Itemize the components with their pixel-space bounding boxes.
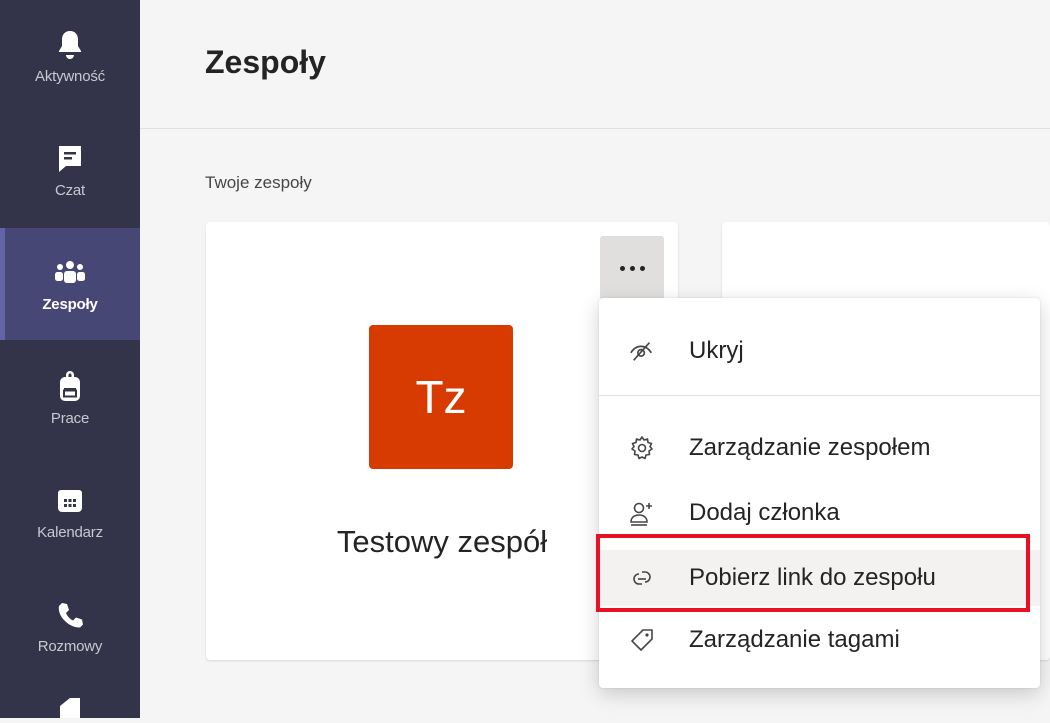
rail-item-label: Aktywność	[35, 67, 105, 85]
rail-item-calendar[interactable]: Kalendarz	[0, 456, 140, 568]
page-title: Zespoły	[205, 44, 326, 80]
rail-item-activity[interactable]: Aktywność	[0, 0, 140, 112]
rail-item-label: Zespoły	[42, 295, 98, 313]
rail-item-calls[interactable]: Rozmowy	[0, 570, 140, 682]
tag-icon	[629, 627, 655, 653]
more-apps-icon[interactable]	[56, 694, 84, 718]
menu-divider	[599, 395, 1040, 396]
gear-icon	[629, 435, 655, 461]
menu-item-label: Zarządzanie tagami	[689, 626, 900, 653]
menu-item-label: Pobierz link do zespołu	[689, 564, 936, 591]
team-context-menu: Ukryj Zarządzanie zespołem Dodaj członka…	[599, 298, 1040, 688]
teams-icon	[53, 256, 87, 290]
team-avatar: Tz	[369, 325, 513, 469]
rail-item-assignments[interactable]: Prace	[0, 342, 140, 454]
hide-eye-icon	[629, 338, 655, 364]
calendar-icon	[53, 484, 87, 518]
section-label: Twoje zespoły	[205, 173, 312, 192]
backpack-icon	[53, 370, 87, 404]
more-options-button[interactable]	[600, 236, 664, 300]
page-header: Zespoły	[140, 0, 1050, 129]
menu-item-hide[interactable]: Ukryj	[599, 323, 1040, 379]
menu-item-add-member[interactable]: Dodaj członka	[599, 485, 1040, 541]
chat-icon	[53, 142, 87, 176]
app-rail: Aktywność Czat Zespoły Prace Kalendarz R…	[0, 0, 140, 718]
phone-icon	[53, 598, 87, 632]
rail-item-label: Kalendarz	[37, 523, 103, 541]
menu-item-get-link[interactable]: Pobierz link do zespołu	[599, 550, 1040, 606]
rail-item-label: Czat	[54, 181, 86, 199]
rail-item-label: Rozmowy	[37, 637, 103, 655]
rail-item-chat[interactable]: Czat	[0, 114, 140, 226]
menu-item-label: Ukryj	[689, 337, 744, 364]
menu-item-label: Dodaj członka	[689, 499, 840, 526]
dot	[629, 265, 635, 271]
dot	[639, 265, 645, 271]
add-person-icon	[629, 500, 655, 526]
dot	[619, 265, 625, 271]
rail-item-teams[interactable]: Zespoły	[0, 228, 140, 340]
menu-item-label: Zarządzanie zespołem	[689, 434, 931, 461]
rail-item-label: Prace	[50, 409, 90, 427]
menu-item-manage-team[interactable]: Zarządzanie zespołem	[599, 420, 1040, 476]
menu-item-manage-tags[interactable]: Zarządzanie tagami	[599, 612, 1040, 668]
bell-icon	[53, 28, 87, 62]
link-icon	[629, 565, 655, 591]
team-name: Testowy zespół	[336, 524, 548, 559]
